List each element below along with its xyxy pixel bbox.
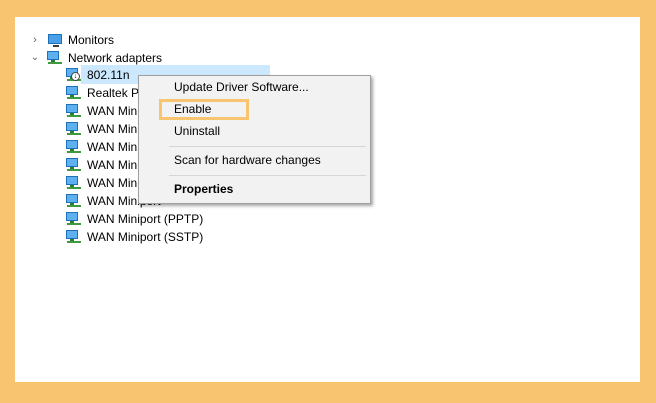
chevron-right-icon[interactable]: › — [30, 31, 40, 49]
device-manager-panel: › Monitors ⌄ Network adapters ↓ 802.11n … — [15, 17, 640, 382]
menu-item-uninstall[interactable]: Uninstall — [139, 120, 370, 142]
network-adapter-icon — [66, 104, 82, 118]
network-adapter-icon — [66, 86, 82, 100]
enable-highlight-box — [159, 99, 249, 120]
network-adapter-icon — [66, 176, 82, 190]
adapter-label: WAN Min — [87, 140, 138, 154]
network-adapter-icon — [47, 51, 63, 65]
network-adapter-icon — [66, 140, 82, 154]
adapter-label: 802.11n — [87, 68, 130, 82]
menu-separator — [169, 146, 366, 147]
adapter-label: WAN Min — [87, 158, 138, 172]
menu-separator — [169, 175, 366, 176]
network-adapter-icon — [66, 212, 82, 226]
adapter-label: WAN Min — [87, 122, 138, 136]
menu-item-update-driver[interactable]: Update Driver Software... — [139, 76, 370, 98]
adapter-label: WAN Miniport (PPTP) — [87, 212, 204, 226]
network-adapter-icon — [66, 230, 82, 244]
menu-item-properties[interactable]: Properties — [139, 178, 370, 200]
network-adapter-disabled-icon: ↓ — [66, 68, 82, 82]
tree-node-label: Monitors — [68, 33, 115, 47]
adapter-label: WAN Min — [87, 176, 138, 190]
tree-item-adapter[interactable]: WAN Miniport (PPTP) — [66, 210, 226, 228]
network-adapter-icon — [66, 194, 82, 208]
tree-node-monitors[interactable]: › Monitors — [30, 31, 150, 49]
network-adapter-icon — [66, 122, 82, 136]
context-menu: Update Driver Software... Enable Uninsta… — [138, 75, 371, 204]
tree-item-adapter[interactable]: WAN Miniport (SSTP) — [66, 228, 226, 246]
adapter-label: WAN Miniport (SSTP) — [87, 230, 204, 244]
adapter-label: WAN Min — [87, 104, 138, 118]
monitor-icon — [48, 34, 62, 47]
network-adapter-icon — [66, 158, 82, 172]
chevron-down-icon[interactable]: ⌄ — [30, 49, 40, 67]
menu-item-scan-hardware[interactable]: Scan for hardware changes — [139, 149, 370, 171]
